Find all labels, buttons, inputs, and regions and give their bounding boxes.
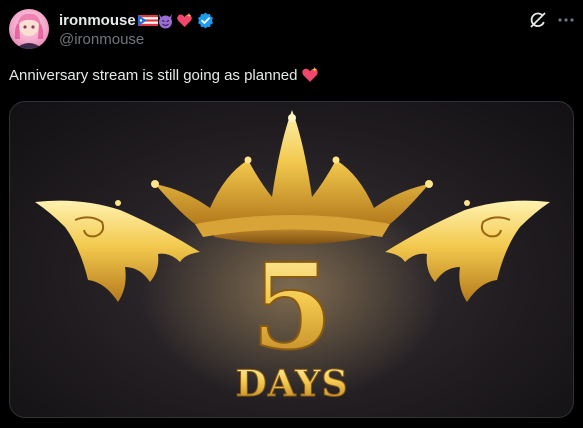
sparkling-heart-icon (176, 12, 193, 29)
smiling-imp-icon (157, 12, 174, 29)
author-name-row[interactable]: ironmouse (59, 10, 214, 30)
display-name[interactable]: ironmouse (59, 12, 136, 29)
tweet-image[interactable]: 5 DAYS (9, 101, 574, 418)
more-options-icon[interactable] (556, 10, 576, 30)
days-caption: DAYS (235, 363, 348, 405)
avatar[interactable] (9, 9, 49, 49)
author-handle[interactable]: @ironmouse (59, 31, 144, 48)
grok-icon[interactable] (528, 10, 548, 30)
puerto-rico-flag-icon (137, 12, 158, 29)
tweet-body: Anniversary stream is still going as pla… (9, 66, 298, 84)
verified-badge-icon[interactable] (197, 12, 214, 29)
day-number: 5 (251, 237, 333, 376)
tweet-text: Anniversary stream is still going as pla… (9, 66, 319, 84)
sparkling-heart-icon (301, 66, 319, 84)
